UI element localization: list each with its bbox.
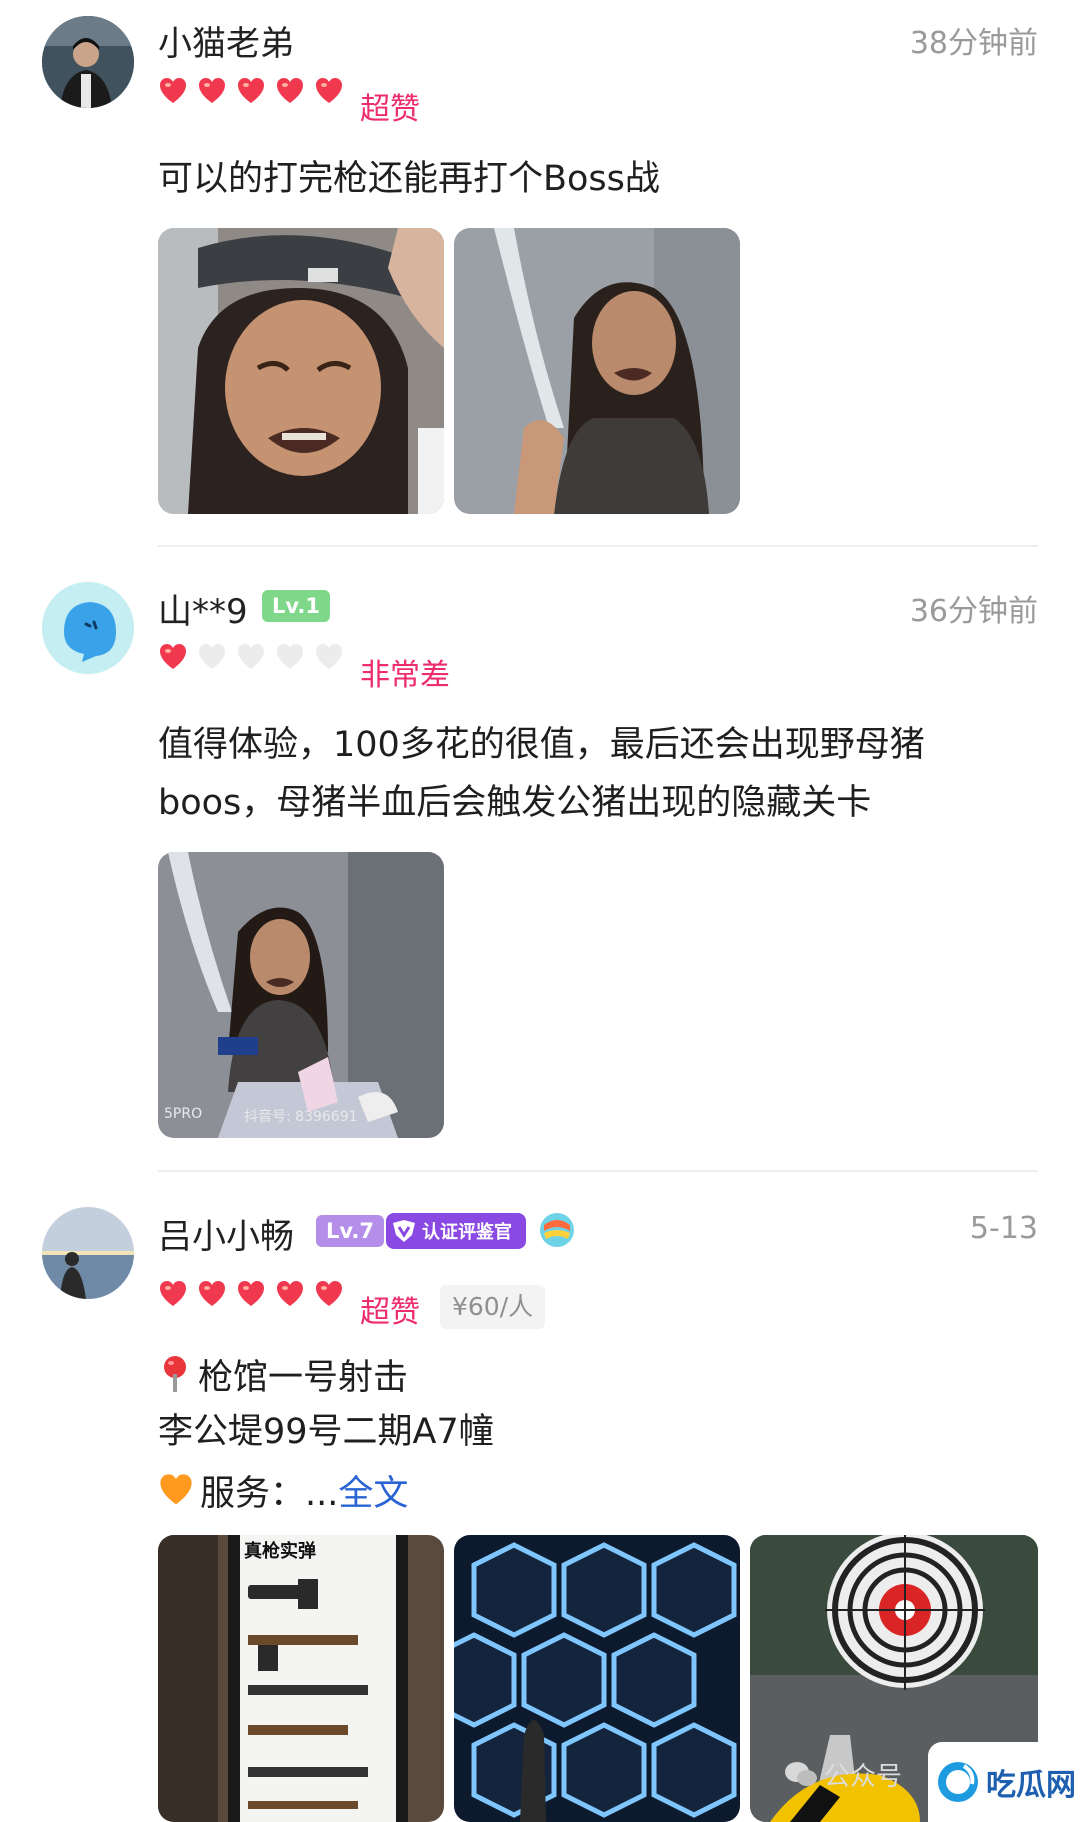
photo-watermark: 5PRO <box>164 1106 203 1122</box>
heart-icon <box>199 1281 225 1306</box>
review-photo[interactable] <box>454 1535 740 1822</box>
heart-icon <box>238 78 264 103</box>
review-photo[interactable]: 5PRO 抖音号: 8396691 <box>158 852 444 1138</box>
review-photo[interactable] <box>158 228 444 514</box>
heart-icon <box>316 1281 342 1306</box>
rating-hearts <box>158 1279 353 1309</box>
heart-icon <box>199 78 225 103</box>
address-text: 李公堤99号二期A7幢 <box>158 1412 494 1452</box>
rating-hearts <box>158 642 353 672</box>
heart-icon <box>316 78 342 103</box>
level-badge: Lv.7 <box>316 1215 384 1247</box>
heart-outline-icon <box>238 644 264 669</box>
verified-icon <box>393 1220 415 1242</box>
review-time: 5-13 <box>969 1211 1038 1246</box>
rating-label: 超赞 <box>360 92 420 127</box>
divider <box>158 1170 1038 1172</box>
reviewer-name[interactable]: 小猫老弟 <box>158 16 294 65</box>
wechat-watermark: 公众号 <box>784 1756 902 1793</box>
review-text: 值得体验，100多花的很值，最后还会出现野母猪 <box>158 725 925 765</box>
review-card: 吕小小畅 Lv.7 认证评鉴官 5-13 超赞 ¥60/人 枪馆一号射击 李公堤… <box>0 1195 1080 1822</box>
photo-watermark: 抖音号: 8396691 <box>244 1109 358 1125</box>
heart-icon <box>160 644 186 669</box>
orange-heart-icon <box>160 1474 192 1505</box>
avatar[interactable] <box>42 1207 134 1299</box>
review-photo[interactable] <box>454 228 740 514</box>
review-text: 可以的打完枪还能再打个Boss战 <box>158 159 660 199</box>
level-badge: Lv.1 <box>262 590 330 622</box>
reviewer-name[interactable]: 山**9 <box>158 584 248 633</box>
rating-label: 非常差 <box>360 658 450 693</box>
heart-icon <box>160 78 186 103</box>
heart-outline-icon <box>277 644 303 669</box>
heart-icon <box>277 1281 303 1306</box>
verified-badge: 认证评鉴官 <box>386 1213 526 1249</box>
achievement-icon <box>540 1213 574 1247</box>
review-card: 小猫老弟 38分钟前 超赞 可以的打完枪还能再打个Boss战 <box>0 0 1080 540</box>
avatar[interactable] <box>42 16 134 108</box>
price-tag: ¥60/人 <box>440 1285 546 1329</box>
heart-outline-icon <box>199 644 225 669</box>
avatar[interactable] <box>42 582 134 674</box>
reviewer-name[interactable]: 吕小小畅 <box>158 1209 294 1258</box>
location-pin-icon <box>164 1356 186 1392</box>
review-card: 山**9 Lv.1 36分钟前 非常差 值得体验，100多花的很值，最后还会出现… <box>0 570 1080 1170</box>
wechat-icon <box>785 1761 817 1786</box>
review-time: 36分钟前 <box>909 594 1038 629</box>
review-photo[interactable]: 真枪实弹 <box>158 1535 444 1822</box>
heart-icon <box>277 78 303 103</box>
venue-line[interactable]: 枪馆一号射击 <box>158 1345 408 1403</box>
rating-label: 超赞 <box>360 1295 420 1330</box>
divider <box>158 545 1038 547</box>
site-logo-icon <box>938 1762 978 1802</box>
site-watermark: 吃瓜网 <box>928 1742 1080 1822</box>
heart-outline-icon <box>316 644 342 669</box>
photo-sign-title: 真枪实弹 <box>244 1541 316 1562</box>
heart-icon <box>238 1281 264 1306</box>
rating-hearts <box>158 76 353 106</box>
heart-icon <box>160 1281 186 1306</box>
read-more-link[interactable]: 全文 <box>338 1465 408 1516</box>
review-time: 38分钟前 <box>909 26 1038 61</box>
service-line: 服务：... 全文 <box>158 1461 408 1519</box>
review-text: boos，母猪半血后会触发公猪出现的隐藏关卡 <box>158 783 872 823</box>
